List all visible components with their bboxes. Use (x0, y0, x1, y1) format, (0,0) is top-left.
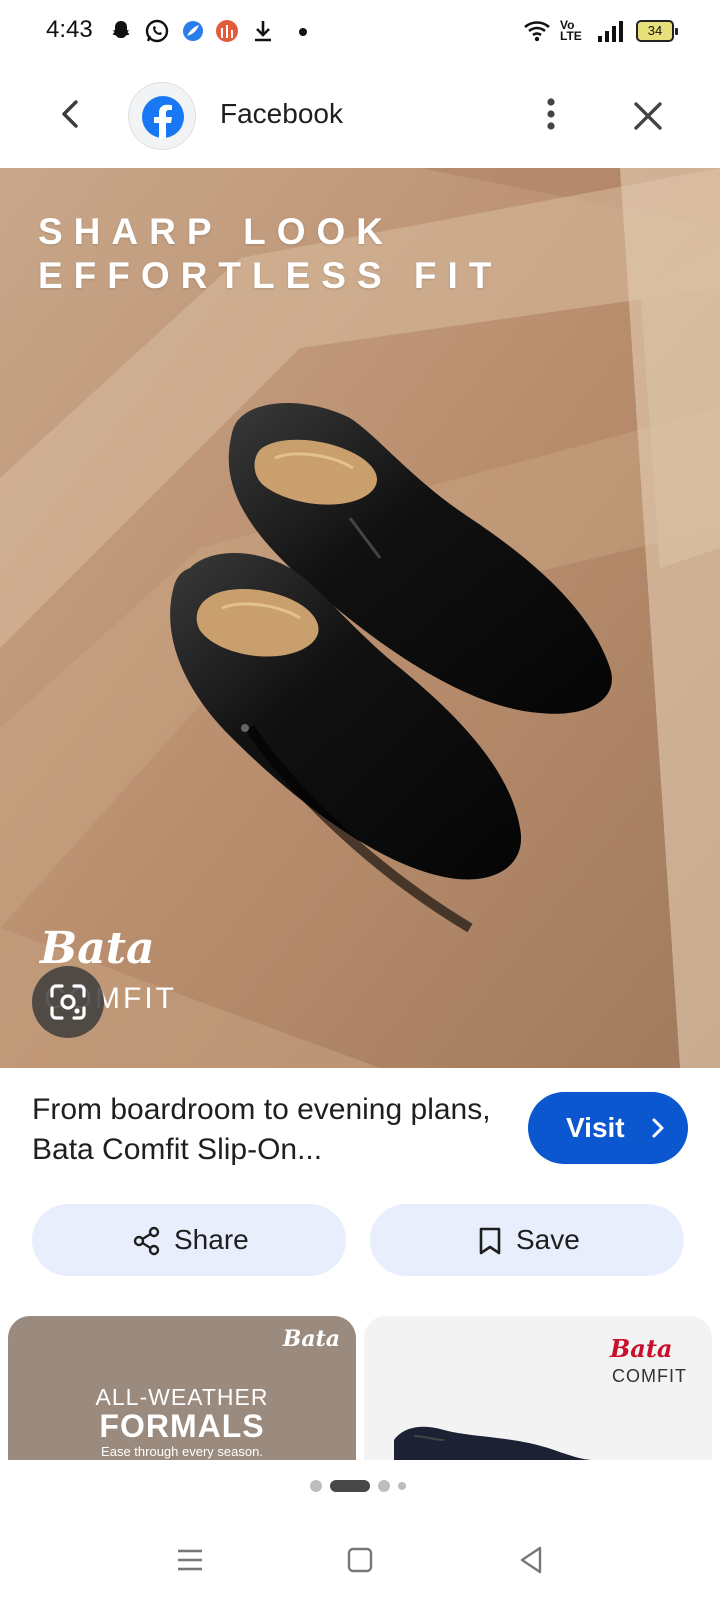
page-dot-active (330, 1480, 370, 1492)
browser-app-icon (180, 18, 206, 44)
recent-apps-button[interactable] (172, 1542, 208, 1578)
more-vertical-icon (547, 98, 555, 130)
brand-name: Bata (40, 923, 155, 974)
snapchat-icon (108, 18, 134, 44)
facebook-logo-icon (142, 96, 184, 139)
google-lens-icon (50, 984, 86, 1020)
menu-icon (178, 1549, 202, 1571)
page-dot (310, 1480, 322, 1492)
card-line-1: ALL-WEATHER (95, 1384, 269, 1410)
system-nav-bar (0, 1520, 720, 1600)
chevron-right-icon (652, 1118, 664, 1138)
page-dot (378, 1480, 390, 1492)
signal-icon (596, 18, 624, 49)
save-label: Save (516, 1224, 580, 1255)
battery-level: 34 (647, 23, 663, 38)
save-button[interactable]: Save (370, 1204, 684, 1276)
ad-headline: SHARP LOOK EFFORTLESS FIT (38, 211, 503, 296)
source-title[interactable]: Facebook (220, 98, 343, 130)
page-dot (398, 1482, 406, 1490)
card-line-3: Ease through every season. (101, 1444, 263, 1459)
close-button[interactable] (628, 96, 668, 136)
wifi-icon (522, 18, 552, 49)
card-brand: Bata (282, 1326, 340, 1352)
visit-button[interactable]: Visit (528, 1092, 688, 1164)
result-caption[interactable]: From boardroom to evening plans, Bata Co… (32, 1090, 492, 1170)
share-label: Share (174, 1224, 249, 1255)
page-indicator (0, 1478, 720, 1494)
more-options-button[interactable] (536, 94, 566, 134)
card-subbrand: COMFIT (612, 1366, 687, 1386)
back-triangle-icon (520, 1546, 542, 1574)
nav-back-button[interactable] (514, 1542, 550, 1578)
source-avatar[interactable] (128, 82, 196, 150)
share-button[interactable]: Share (32, 1204, 346, 1276)
home-icon (347, 1547, 373, 1573)
share-icon (133, 1226, 160, 1256)
back-button[interactable] (52, 94, 92, 134)
close-icon (634, 102, 662, 130)
home-button[interactable] (342, 1542, 378, 1578)
status-bar: 4:43 Vo LTE 34 (0, 0, 720, 64)
related-result-card[interactable]: Bata COMFIT (364, 1316, 712, 1460)
source-header: Facebook (0, 64, 720, 168)
whatsapp-icon (144, 18, 170, 44)
card-brand: Bata (610, 1334, 673, 1363)
bookmark-icon (479, 1227, 501, 1255)
google-lens-button[interactable] (32, 966, 104, 1038)
result-image[interactable]: SHARP LOOK EFFORTLESS FIT Bata COMFIT (0, 168, 720, 1068)
download-icon (250, 18, 276, 44)
card-line-2: FORMALS (99, 1408, 265, 1444)
related-result-card[interactable]: Bata ALL-WEATHER FORMALS Ease through ev… (8, 1316, 356, 1460)
battery-icon: 34 (636, 20, 678, 42)
status-time: 4:43 (46, 16, 93, 43)
app-notification-icon (214, 18, 240, 44)
visit-label: Visit (566, 1112, 625, 1143)
shoe-thumbnail (394, 1426, 594, 1460)
volte-icon: Vo LTE (560, 18, 582, 43)
notification-dot (299, 28, 307, 36)
chevron-left-icon (62, 100, 78, 128)
